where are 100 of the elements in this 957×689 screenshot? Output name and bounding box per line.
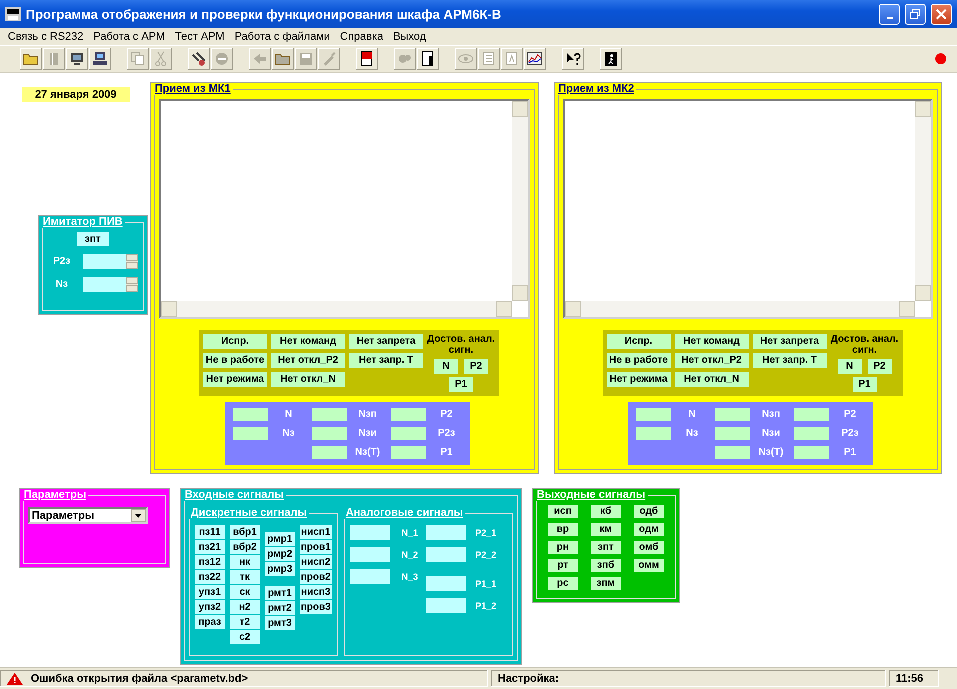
measurement-label: N [688, 409, 697, 420]
spin-field[interactable] [83, 277, 138, 292]
horizontal-scrollbar[interactable] [161, 301, 512, 317]
status-indicator: Нет режима [606, 372, 671, 387]
signal-indicator: рн [548, 541, 578, 554]
status-indicator: Нет запрета [752, 334, 827, 349]
value-display [312, 427, 347, 440]
clock-text: 11:56 [896, 672, 924, 684]
panel-title: Входные сигналы [184, 489, 286, 501]
toolbar-button[interactable] [89, 48, 111, 70]
close-button[interactable] [931, 4, 952, 24]
value-display [715, 408, 750, 421]
value-display [426, 598, 466, 613]
toolbar-button[interactable] [188, 48, 210, 70]
value-display [350, 547, 390, 562]
measurement-label: P1 [440, 447, 454, 458]
toolbar-button[interactable] [417, 48, 439, 70]
value-display [350, 569, 390, 584]
menu-item[interactable]: Тест АРМ [170, 30, 230, 42]
signal-indicator: исп [548, 505, 578, 518]
measurement-label: Nзи [761, 428, 782, 439]
stop-icon [214, 51, 230, 67]
measurement-label: Nзи [358, 428, 378, 439]
measurement-label: P1 [843, 447, 858, 458]
measurement-label: N [284, 409, 294, 420]
status-message: Ошибка открытия файла <parametv.bd> [31, 672, 248, 684]
signal-indicator: одб [634, 505, 664, 518]
signal-indicator: вбр2 [230, 540, 260, 554]
spin-label: P2з [52, 256, 72, 267]
copy-icon [130, 51, 146, 67]
measurement-label: Nзп [358, 409, 378, 420]
signal-indicator: с2 [230, 630, 260, 644]
signal-indicator: н2 [230, 600, 260, 614]
panel-title: Имитатор ПИВ [42, 216, 124, 228]
value-display [390, 446, 426, 459]
value-display [794, 427, 830, 440]
measurement-label: P2з [437, 428, 456, 439]
chart-icon [527, 51, 543, 67]
value-display [426, 547, 466, 562]
group-title: Аналоговые сигналы [344, 507, 464, 519]
vertical-scrollbar[interactable] [915, 101, 931, 301]
spin-field[interactable] [83, 254, 138, 269]
menu-item[interactable]: Связь с RS232 [3, 30, 89, 42]
message-log[interactable] [562, 99, 933, 319]
maximize-button[interactable] [905, 4, 926, 24]
menu-item[interactable]: Работа с АРМ [88, 30, 170, 42]
signal-indicator: ск [230, 585, 260, 599]
status-indicator: Нет запр. Т [752, 353, 827, 368]
document-icon [359, 51, 375, 67]
signal-indicator: упз2 [195, 600, 225, 614]
toolbar-button[interactable] [356, 48, 378, 70]
page-icon [420, 51, 436, 67]
value-display [350, 525, 390, 540]
status-indicator: Нет откл_P2 [674, 353, 749, 368]
signal-indicator: рмр3 [265, 562, 295, 576]
warning-icon [7, 672, 23, 684]
vertical-scrollbar[interactable] [512, 101, 528, 301]
signal-indicator: зпб [591, 559, 621, 572]
signal-indicator: кб [591, 505, 621, 518]
validity-indicator: P2 [868, 359, 892, 374]
signal-indicator: пров1 [300, 540, 332, 554]
menu-item[interactable]: Справка [335, 30, 388, 42]
signal-indicator: рмр1 [265, 532, 295, 546]
app-icon [5, 7, 21, 21]
message-log[interactable] [159, 99, 530, 319]
signal-indicator: нисп2 [300, 555, 332, 569]
arrow-icon [252, 51, 268, 67]
value-display [312, 446, 347, 459]
status-light-icon [935, 53, 947, 65]
signal-indicator: рт [548, 559, 578, 572]
signal-indicator: нисп1 [300, 525, 332, 539]
toolbar-button[interactable] [66, 48, 88, 70]
validity-indicator: P2 [464, 359, 488, 374]
close-icon [936, 8, 947, 20]
signal-indicator: упз1 [195, 585, 225, 599]
window-title: Программа отображения и проверки функционирования шкафа АРМ6К-В [26, 6, 502, 22]
toolbar-button[interactable] [562, 48, 584, 70]
signal-indicator: пров2 [300, 570, 332, 584]
signal-indicator: зпм [591, 577, 621, 590]
minimize-button[interactable] [879, 4, 900, 24]
menu-item[interactable]: Работа с файлами [230, 30, 336, 42]
value-display [232, 427, 268, 440]
signal-indicator: вр [548, 523, 578, 536]
toolbar-button[interactable] [600, 48, 622, 70]
status-indicator: Нет откл_N [271, 372, 346, 387]
measurement-label: P2 [843, 409, 858, 420]
status-indicator: Нет откл_N [674, 372, 749, 387]
status-indicator: Испр. [203, 334, 268, 349]
toolbar-button[interactable] [524, 48, 546, 70]
signal-label: P1_1 [474, 578, 498, 588]
menu-item[interactable]: Выход [388, 30, 432, 42]
status-indicator: Не в работе [203, 353, 268, 368]
spin-label: Nз [54, 279, 70, 290]
validity-indicator: N [434, 359, 458, 374]
horizontal-scrollbar[interactable] [564, 301, 915, 317]
parameters-dropdown[interactable]: Параметры [28, 507, 148, 524]
signal-indicator: праз [195, 615, 225, 629]
signal-indicator: пз21 [195, 540, 225, 554]
value-display [636, 408, 672, 421]
signal-label: P2_2 [474, 550, 498, 560]
